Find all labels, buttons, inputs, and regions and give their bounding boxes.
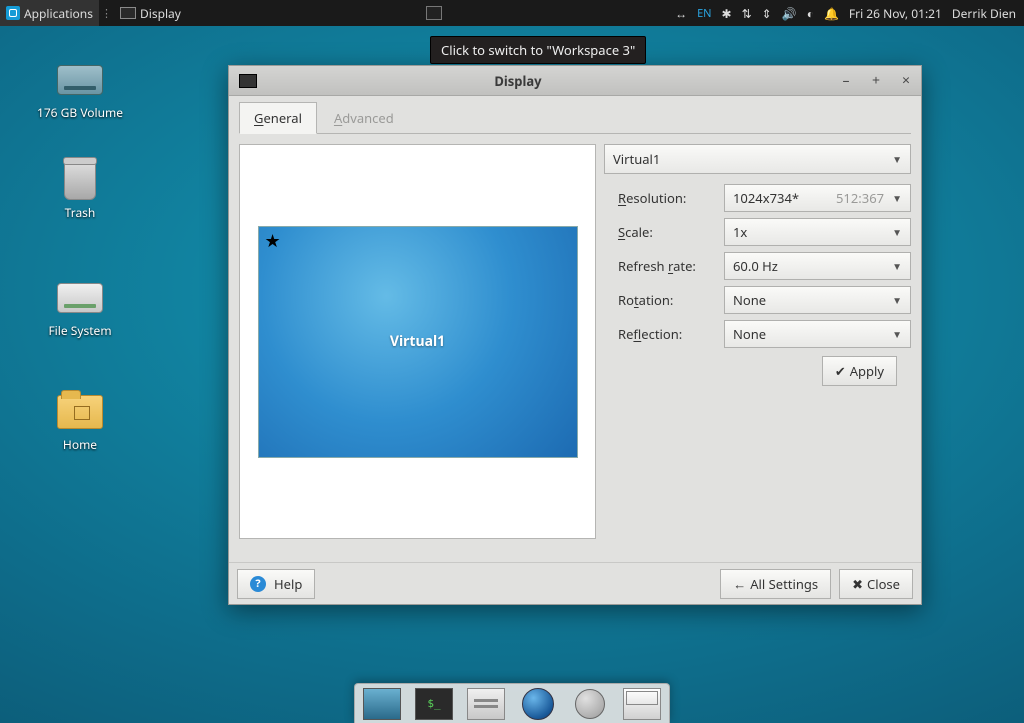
desktop-icon-trash[interactable]: Trash (30, 160, 130, 221)
dock-show-desktop[interactable] (363, 688, 401, 720)
check-icon: ✔ (835, 362, 846, 380)
power-icon[interactable]: ◐ (807, 5, 814, 22)
display-selector-value: Virtual1 (613, 150, 660, 168)
tab-bar: General Advanced (239, 104, 911, 134)
desktop-icon-label: 176 GB Volume (30, 104, 130, 121)
scale-label: Scale: (618, 223, 724, 241)
apply-button[interactable]: ✔ Apply (822, 356, 897, 386)
resolution-ratio: 512:367 (836, 189, 892, 207)
desktop-icon-label: Home (30, 436, 130, 453)
window-maximize-button[interactable]: + (861, 71, 891, 90)
system-tray: ↔ EN ✱ ⇅ ⇕ 🔊 ◐ 🔔 Fri 26 Nov, 01:21 Derri… (675, 5, 1024, 22)
top-panel: Applications ⋮ Display ↔ EN ✱ ⇅ ⇕ 🔊 ◐ 🔔 … (0, 0, 1024, 26)
reflection-label: Reflection: (618, 325, 724, 343)
applications-label: Applications (24, 5, 93, 22)
xfce-logo-icon (6, 6, 20, 20)
dock: $_ (354, 683, 670, 723)
help-icon: ? (250, 576, 266, 592)
rotation-label: Rotation: (618, 291, 724, 309)
reflection-value: None (733, 325, 766, 343)
resolution-select[interactable]: 1024x734* 512:367 ▼ (724, 184, 911, 212)
user-menu[interactable]: Derrik Dien (952, 5, 1016, 22)
trash-icon (64, 160, 96, 200)
keyboard-layout-indicator[interactable]: EN (697, 6, 711, 21)
close-icon: ✖ (852, 575, 863, 593)
chevron-down-icon: ▼ (892, 327, 902, 341)
close-button-label: Close (867, 575, 900, 593)
chevron-down-icon: ▼ (892, 225, 902, 239)
dock-file-manager[interactable] (467, 688, 505, 720)
dock-mail[interactable] (623, 688, 661, 720)
panel-separator: ⋮ (99, 6, 114, 21)
chevron-down-icon: ▼ (892, 191, 902, 205)
primary-star-icon: ★ (265, 229, 281, 253)
window-minimize-button[interactable]: – (831, 71, 861, 90)
desktop-icon-label: File System (30, 322, 130, 339)
workspace-pager[interactable] (414, 0, 448, 26)
all-settings-label: All Settings (750, 575, 818, 593)
desktop-icon-volume[interactable]: 176 GB Volume (30, 60, 130, 121)
help-button-label: Help (274, 575, 302, 593)
desktop-icon-label: Trash (30, 204, 130, 221)
drive-icon (57, 65, 103, 95)
chevron-down-icon: ▼ (892, 259, 902, 273)
notifications-icon[interactable]: 🔔 (824, 5, 839, 22)
display-settings-form: Virtual1 ▼ Resolution: 1024x734* 512:367… (604, 144, 911, 552)
hdd-icon (57, 283, 103, 313)
help-button[interactable]: ? Help (237, 569, 315, 599)
display-preview-box: ★ Virtual1 (239, 144, 596, 539)
chevron-down-icon: ▼ (892, 293, 902, 307)
monitor-preview-label: Virtual1 (390, 332, 445, 351)
refresh-rate-select[interactable]: 60.0 Hz ▼ (724, 252, 911, 280)
workspace-tooltip: Click to switch to "Workspace 3" (430, 36, 646, 64)
rotation-select[interactable]: None ▼ (724, 286, 911, 314)
resolution-label: Resolution: (618, 189, 724, 207)
home-folder-icon (57, 395, 103, 429)
back-arrow-icon: ← (733, 575, 746, 593)
taskbar-item-display[interactable]: Display (114, 0, 187, 26)
display-selector[interactable]: Virtual1 ▼ (604, 144, 911, 174)
resize-icon[interactable]: ↔ (675, 5, 687, 22)
display-icon (120, 7, 136, 19)
window-client-area: General Advanced ★ Virtual1 Virtual1 ▼ R… (229, 96, 921, 562)
reflection-select[interactable]: None ▼ (724, 320, 911, 348)
window-icon (239, 74, 257, 88)
dock-web-browser[interactable] (519, 688, 557, 720)
refresh-label: Refresh rate: (618, 257, 724, 275)
bluetooth-icon[interactable]: ✱ (722, 5, 732, 22)
dock-terminal[interactable]: $_ (415, 688, 453, 720)
apply-button-label: Apply (850, 362, 884, 380)
dock-system[interactable] (571, 688, 609, 720)
updown-icon[interactable]: ⇕ (762, 5, 772, 22)
desktop-icon-filesystem[interactable]: File System (30, 278, 130, 339)
workspace-square-icon (426, 6, 442, 20)
tab-advanced[interactable]: Advanced (319, 102, 409, 133)
window-footer: ? Help ← All Settings ✖ Close (229, 562, 921, 604)
all-settings-button[interactable]: ← All Settings (720, 569, 831, 599)
taskbar-item-label: Display (140, 5, 181, 22)
window-title: Display (265, 72, 831, 90)
resolution-value: 1024x734* (733, 189, 799, 207)
display-settings-window: Display – + × General Advanced ★ Virtual… (228, 65, 922, 605)
window-titlebar[interactable]: Display – + × (229, 66, 921, 96)
scale-select[interactable]: 1x ▼ (724, 218, 911, 246)
refresh-value: 60.0 Hz (733, 257, 778, 275)
monitor-preview[interactable]: ★ Virtual1 (258, 226, 578, 458)
globe-icon (522, 688, 554, 720)
rotation-value: None (733, 291, 766, 309)
applications-menu[interactable]: Applications (0, 0, 99, 26)
sphere-icon (575, 689, 605, 719)
close-button[interactable]: ✖ Close (839, 569, 913, 599)
volume-icon[interactable]: 🔊 (782, 5, 797, 22)
tab-general[interactable]: General (239, 102, 317, 134)
clock[interactable]: Fri 26 Nov, 01:21 (849, 5, 942, 22)
window-close-button[interactable]: × (891, 71, 921, 90)
network-icon[interactable]: ⇅ (742, 5, 752, 22)
scale-value: 1x (733, 223, 747, 241)
desktop-icon-home[interactable]: Home (30, 392, 130, 453)
chevron-down-icon: ▼ (892, 152, 902, 166)
